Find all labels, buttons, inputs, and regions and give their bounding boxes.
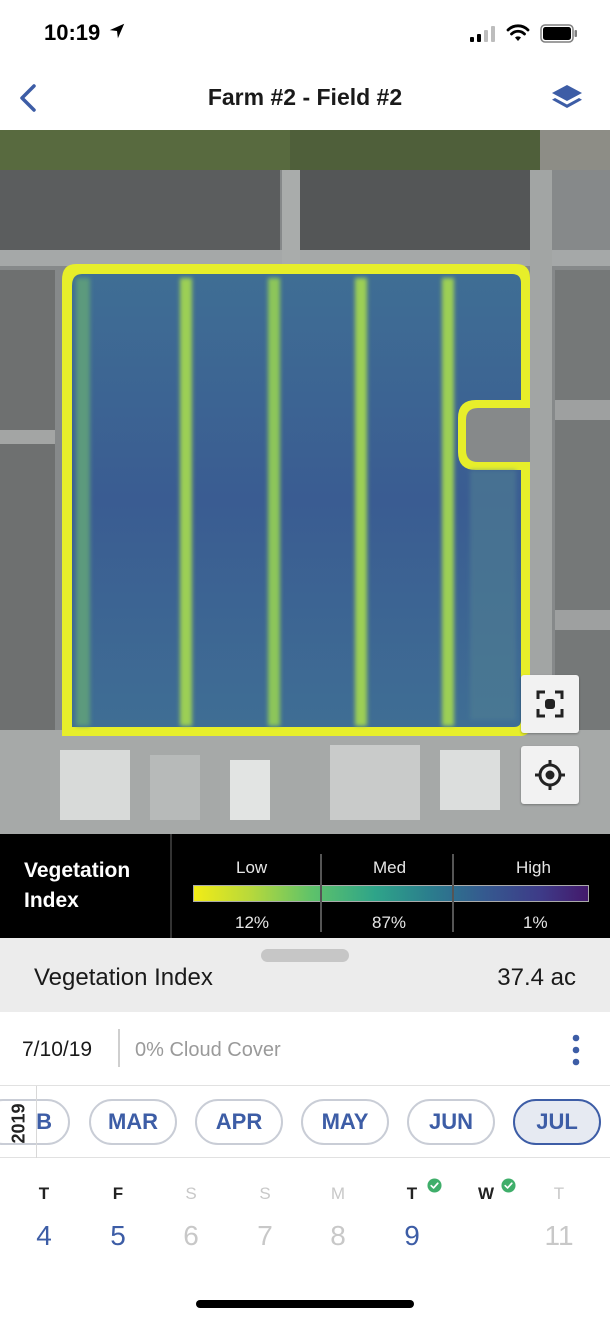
- satellite-map-image: [0, 130, 610, 834]
- day-item-selected[interactable]: W 10: [456, 1178, 516, 1280]
- day-selector: T 4 F 5 S 6 S 7 M 8 T 9 W 10 T 11: [0, 1158, 610, 1320]
- crosshair-locate-icon: [535, 760, 565, 790]
- day-item: S 7: [235, 1180, 295, 1280]
- selected-date: 7/10/19: [22, 1038, 93, 1061]
- summary-panel: Vegetation Index 37.4 ac: [0, 938, 610, 1012]
- day-number: 6: [183, 1220, 199, 1251]
- location-arrow-icon: [109, 23, 125, 39]
- day-letter: S: [185, 1184, 197, 1203]
- legend-separator: [320, 854, 322, 932]
- day-number: 10: [470, 1220, 502, 1251]
- day-letter: F: [112, 1184, 124, 1203]
- month-pill-mar[interactable]: MAR: [89, 1099, 177, 1145]
- legend-divider: [170, 834, 172, 938]
- check-circle-icon: [501, 1178, 516, 1193]
- legend-gradient-bar: [193, 885, 589, 902]
- day-item[interactable]: T 9: [382, 1178, 442, 1280]
- legend-high-label: High: [516, 858, 551, 877]
- legend-med-percent: 87%: [372, 913, 407, 932]
- legend-low-label: Low: [236, 858, 268, 877]
- more-vertical-icon[interactable]: [562, 1030, 590, 1070]
- date-row: 7/10/19 0% Cloud Cover: [0, 1012, 610, 1086]
- month-pill-may[interactable]: MAY: [301, 1099, 389, 1145]
- legend-high-percent: 1%: [523, 913, 548, 932]
- day-number: 9: [404, 1220, 420, 1251]
- day-number: 8: [330, 1220, 346, 1251]
- day-number: 11: [544, 1220, 574, 1251]
- day-letter: M: [330, 1184, 346, 1203]
- battery-icon: [540, 24, 577, 43]
- focus-frame-icon: [536, 690, 564, 718]
- day-item[interactable]: T 4: [14, 1180, 74, 1280]
- status-time: 10:19: [44, 20, 101, 45]
- legend-low-percent: 12%: [235, 913, 270, 932]
- day-letter: T: [553, 1184, 565, 1203]
- nav-bar: Farm #2 - Field #2: [0, 68, 610, 130]
- legend-title-line1: Vegetation: [24, 859, 131, 882]
- field-area: 37.4 ac: [497, 964, 576, 991]
- day-number: 4: [36, 1220, 52, 1251]
- cloud-cover: 0% Cloud Cover: [135, 1039, 281, 1061]
- legend-title-line2: Index: [24, 889, 79, 912]
- summary-label: Vegetation Index: [34, 964, 213, 991]
- month-pill-jul[interactable]: JUL: [513, 1099, 601, 1145]
- cellular-signal-icon: [470, 26, 495, 42]
- page-title: Farm #2 - Field #2: [207, 84, 403, 110]
- year-text: 2019: [8, 1102, 29, 1144]
- date-divider: [118, 1029, 120, 1067]
- legend-med-label: Med: [373, 858, 407, 877]
- layers-icon[interactable]: [548, 82, 586, 116]
- day-item: T 11: [529, 1180, 589, 1280]
- vegetation-legend: Vegetation Index Low Med High 12% 87% 1%: [0, 834, 610, 938]
- wifi-icon: [506, 24, 530, 41]
- focus-button[interactable]: [521, 675, 579, 733]
- year-label: 2019: [2, 1100, 36, 1146]
- legend-separator: [452, 854, 454, 932]
- home-indicator: [196, 1300, 414, 1308]
- day-letter: S: [259, 1184, 271, 1203]
- day-item: M 8: [308, 1180, 368, 1280]
- year-divider: [36, 1086, 37, 1158]
- day-item: S 6: [161, 1180, 221, 1280]
- month-pill-jun[interactable]: JUN: [407, 1099, 495, 1145]
- drag-handle[interactable]: [261, 949, 349, 962]
- day-letter: T: [38, 1184, 50, 1203]
- locate-button[interactable]: [521, 746, 579, 804]
- status-bar: 10:19: [0, 0, 610, 68]
- day-number: 5: [110, 1220, 126, 1251]
- day-item[interactable]: F 5: [88, 1180, 148, 1280]
- month-selector: B MAR APR MAY JUN JUL: [0, 1086, 610, 1158]
- field-map[interactable]: [0, 130, 610, 834]
- day-number: 7: [257, 1220, 273, 1251]
- check-circle-icon: [427, 1178, 442, 1193]
- month-pill-apr[interactable]: APR: [195, 1099, 283, 1145]
- legend-title: Vegetation Index: [24, 856, 164, 916]
